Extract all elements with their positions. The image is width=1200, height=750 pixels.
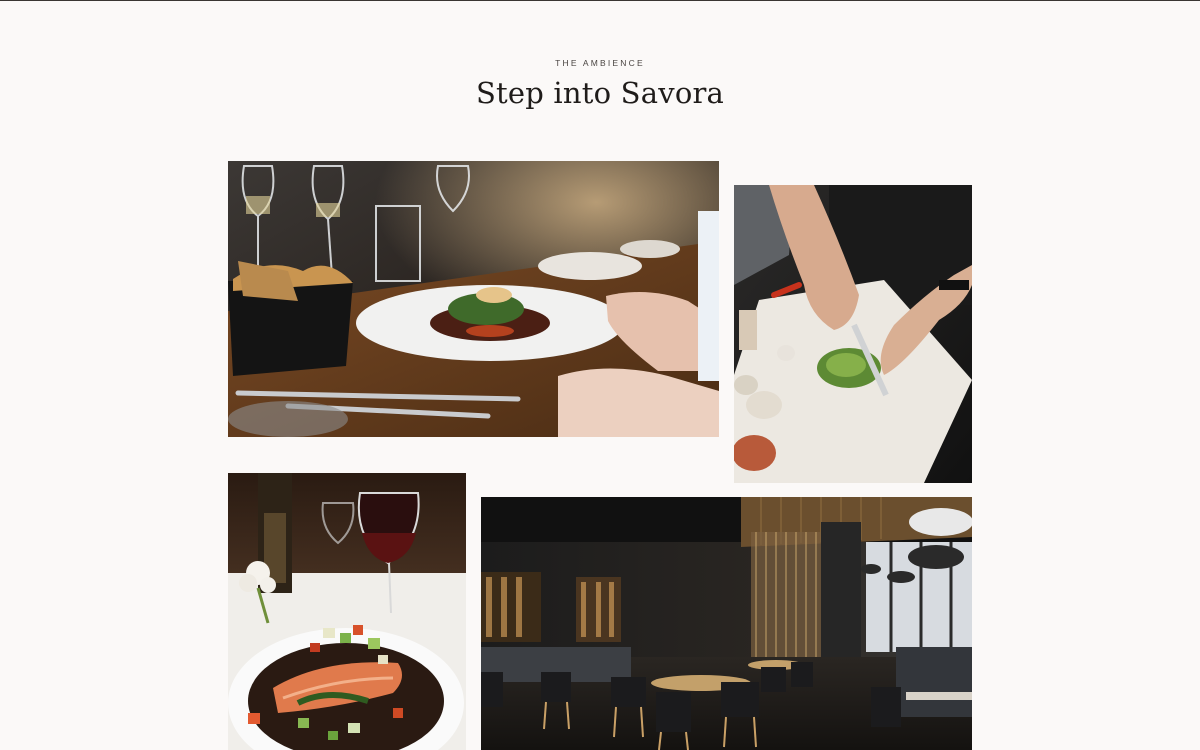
- section-title: Step into Savora: [475, 76, 725, 110]
- gallery-photo-restaurant-interior: [481, 497, 972, 750]
- gallery-photo-chef-chopping: [734, 185, 972, 483]
- gallery-photo-dining-table: [228, 161, 719, 437]
- top-divider: [0, 0, 1200, 1]
- gallery-photo-salmon-plate: [228, 473, 466, 750]
- section-eyebrow: THE AMBIENCE: [555, 58, 645, 68]
